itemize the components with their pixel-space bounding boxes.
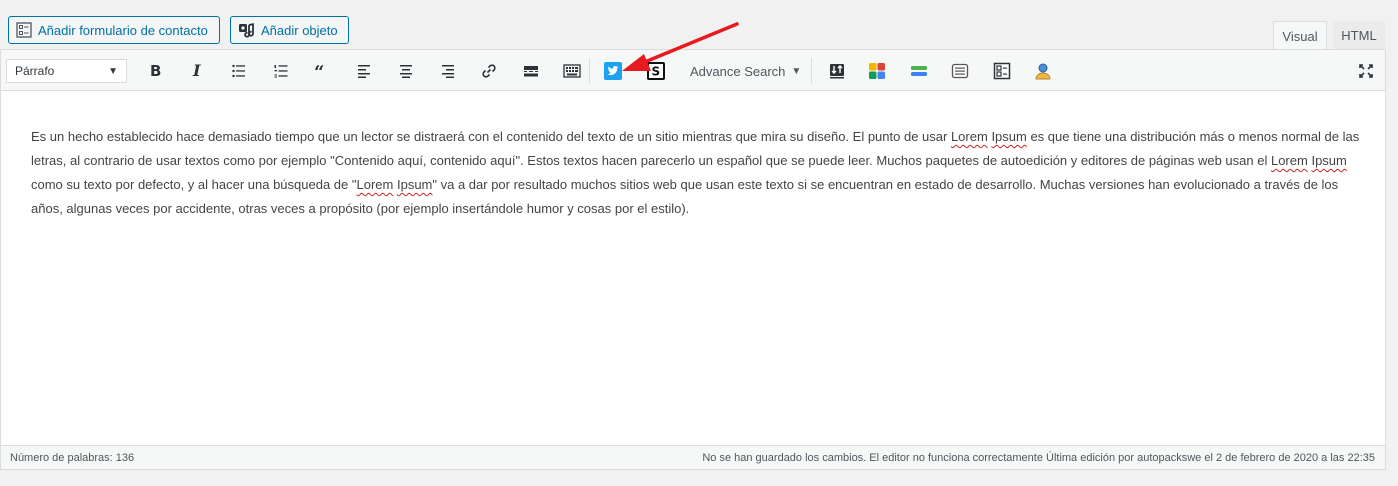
content-paragraph: Es un hecho establecido hace demasiado t… xyxy=(31,129,1360,216)
editor-toolbar: Párrafo ▼ B I “ S Advance Search ▼ xyxy=(1,50,1385,91)
svg-text:I: I xyxy=(192,63,201,79)
save-status: No se han guardado los cambios. El edito… xyxy=(702,451,1375,464)
blockquote-icon[interactable]: “ xyxy=(310,59,334,83)
read-more-icon[interactable] xyxy=(519,59,543,83)
spellcheck-word: Lorem xyxy=(950,129,988,144)
tab-visual[interactable]: Visual xyxy=(1273,21,1327,50)
spellcheck-word: Ipsum xyxy=(396,177,433,192)
spellcheck-word: Lorem xyxy=(1270,153,1308,168)
add-object-button[interactable]: Añadir objeto xyxy=(230,16,349,44)
word-count: Número de palabras: 136 xyxy=(10,451,135,464)
toolbar-separator xyxy=(811,58,812,84)
add-object-label: Añadir objeto xyxy=(261,22,338,38)
chevron-down-icon: ▼ xyxy=(108,65,118,77)
tab-html[interactable]: HTML xyxy=(1333,21,1385,50)
spellcheck-word: Lorem xyxy=(356,177,394,192)
twitter-icon[interactable] xyxy=(601,59,625,83)
advance-search-label: Advance Search xyxy=(690,63,786,79)
chevron-down-icon: ▼ xyxy=(791,65,802,77)
media-icon xyxy=(238,22,255,38)
align-center-icon[interactable] xyxy=(394,59,418,83)
svg-text:S: S xyxy=(652,65,661,79)
link-icon[interactable] xyxy=(477,59,501,83)
media-buttons: Añadir formulario de contacto Añadir obj… xyxy=(8,16,349,44)
advance-search-dropdown[interactable]: Advance Search ▼ xyxy=(690,59,801,83)
editor: Párrafo ▼ B I “ S Advance Search ▼ Es un… xyxy=(0,49,1386,470)
spellcheck-word: Ipsum xyxy=(1311,153,1347,168)
fullscreen-icon[interactable] xyxy=(1354,59,1378,83)
bold-icon[interactable]: B xyxy=(143,59,167,83)
format-select[interactable]: Párrafo ▼ xyxy=(6,59,127,83)
align-left-icon[interactable] xyxy=(352,59,376,83)
svg-text:B: B xyxy=(150,63,161,79)
user-icon[interactable] xyxy=(1031,59,1055,83)
spellcheck-word: Ipsum xyxy=(991,129,1027,144)
toolbar-toggle-icon[interactable] xyxy=(560,59,584,83)
upload-icon[interactable] xyxy=(825,59,849,83)
list-box-icon[interactable] xyxy=(948,59,972,83)
add-contact-form-label: Añadir formulario de contacto xyxy=(38,22,208,38)
color-grid-icon[interactable] xyxy=(865,59,889,83)
add-contact-form-button[interactable]: Añadir formulario de contacto xyxy=(8,16,220,44)
divider-icon[interactable] xyxy=(907,59,931,83)
italic-icon[interactable]: I xyxy=(185,59,209,83)
shortcode-icon[interactable]: S xyxy=(644,59,668,83)
align-right-icon[interactable] xyxy=(436,59,460,83)
editor-content[interactable]: Es un hecho establecido hace demasiado t… xyxy=(31,125,1371,221)
toolbar-separator xyxy=(589,58,590,84)
svg-text:“: “ xyxy=(314,63,324,79)
layout-icon[interactable] xyxy=(990,59,1014,83)
format-select-value: Párrafo xyxy=(15,64,55,78)
numbered-list-icon[interactable] xyxy=(269,59,293,83)
form-icon xyxy=(16,22,32,38)
editor-status-bar: Número de palabras: 136 No se han guarda… xyxy=(1,445,1385,469)
bullet-list-icon[interactable] xyxy=(227,59,251,83)
